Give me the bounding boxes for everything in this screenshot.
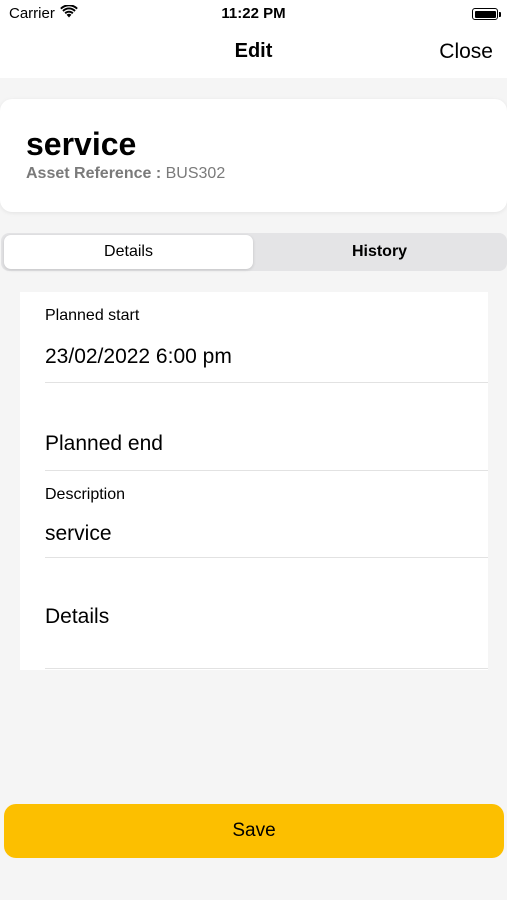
close-button[interactable]: Close (439, 40, 493, 64)
asset-reference: Asset Reference : BUS302 (26, 165, 225, 183)
nav-bar: Edit Close (0, 30, 507, 78)
planned-end-field[interactable] (20, 383, 488, 470)
tab-segmented-control: Details History (1, 233, 507, 271)
asset-reference-label: Asset Reference : (26, 165, 162, 182)
asset-reference-value: BUS302 (165, 165, 226, 182)
details-label: Details (45, 605, 110, 628)
tab-history[interactable]: History (255, 235, 504, 269)
description-label: Description (45, 486, 126, 503)
details-form: Planned start 23/02/2022 6:00 pm Planned… (20, 292, 488, 670)
planned-start-value: 23/02/2022 6:00 pm (45, 345, 232, 368)
description-value: service (45, 522, 112, 545)
status-time: 11:22 PM (221, 5, 286, 22)
tab-details[interactable]: Details (4, 235, 253, 269)
nav-title: Edit (234, 40, 273, 62)
work-order-title: service (26, 126, 137, 162)
divider (45, 668, 488, 669)
battery-icon (472, 8, 501, 20)
planned-start-label: Planned start (45, 307, 140, 324)
asset-header-card: service Asset Reference : BUS302 (0, 99, 507, 212)
divider (45, 470, 488, 471)
planned-end-label: Planned end (45, 432, 163, 455)
status-bar: Carrier 11:22 PM (0, 0, 507, 30)
save-button[interactable]: Save (4, 804, 504, 858)
